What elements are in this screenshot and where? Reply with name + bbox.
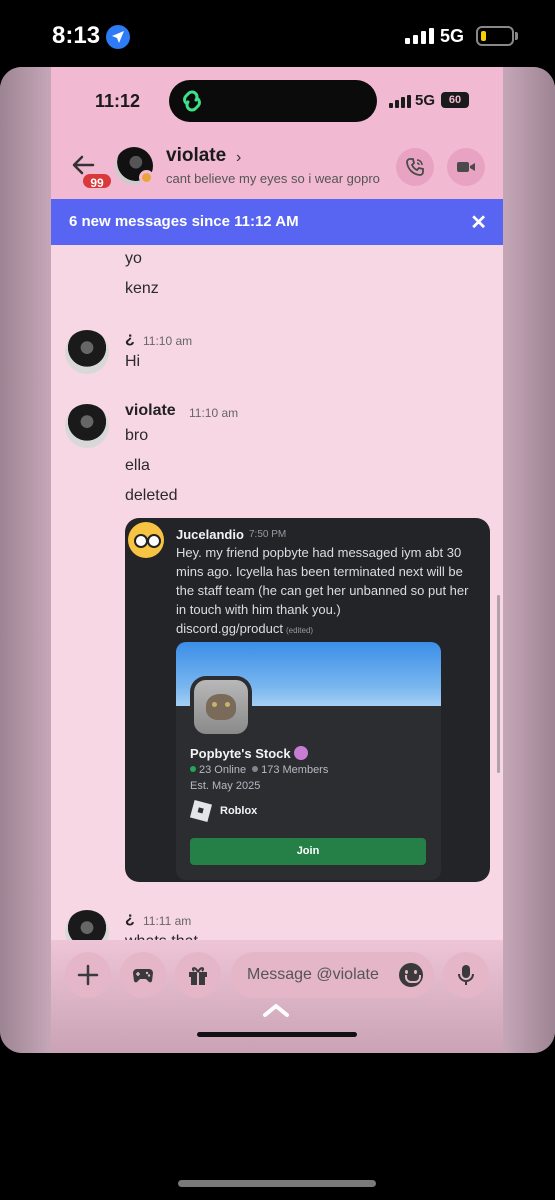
status-indicator	[139, 170, 154, 185]
server-name: Popbyte's Stock	[190, 746, 308, 761]
message-line: Hi	[125, 353, 141, 370]
cat-image	[206, 694, 236, 720]
chat-header: 11:12 5G 60 99 violate › cant believe my…	[51, 67, 503, 199]
phone-icon	[406, 158, 424, 176]
embed-message: Hey. my friend popbyte had messaged iym …	[176, 543, 476, 640]
link-icon	[178, 87, 206, 115]
message-input[interactable]: Message @violate	[231, 952, 434, 998]
chevron-right-icon[interactable]: ›	[236, 149, 241, 167]
signal-icon	[405, 28, 434, 44]
server-stats: 23 Online 173 Members	[190, 764, 328, 776]
gift-icon	[189, 967, 207, 985]
join-button[interactable]: Join	[190, 838, 426, 865]
avatar[interactable]	[65, 404, 109, 448]
server-invite-card[interactable]: Popbyte's Stock 23 Online 173 Members Est…	[176, 642, 441, 880]
scrollbar[interactable]	[497, 595, 500, 773]
message-timestamp: 11:10 am	[143, 334, 193, 348]
close-icon[interactable]: ✕	[470, 210, 487, 235]
emoji-icon[interactable]	[399, 963, 423, 987]
embed-author: Jucelandio	[176, 527, 244, 542]
dynamic-island	[169, 80, 377, 122]
battery-icon	[476, 26, 514, 46]
device-status-bar: 8:13 5G	[0, 0, 555, 70]
device-clock: 8:13	[52, 22, 101, 49]
message-author[interactable]: ¿	[125, 910, 135, 928]
inner-clock: 11:12	[95, 91, 141, 111]
message-input-placeholder: Message @violate	[247, 966, 379, 983]
screenshot-frame: 11:12 5G 60 99 violate › cant believe my…	[0, 67, 555, 1053]
home-indicator[interactable]	[197, 1032, 357, 1037]
new-messages-text: 6 new messages since 11:12 AM	[69, 213, 299, 230]
chevron-up-icon[interactable]	[261, 1002, 291, 1018]
new-messages-banner[interactable]: 6 new messages since 11:12 AM ✕	[51, 199, 503, 245]
message-timestamp: 11:10 am	[189, 406, 239, 420]
message-author[interactable]: ¿	[125, 330, 135, 348]
add-attachment-button[interactable]	[65, 952, 111, 998]
image-attachment[interactable]: Jucelandio 7:50 PM Hey. my friend popbyt…	[125, 518, 490, 882]
server-badge-icon	[293, 746, 308, 760]
battery-nub	[515, 32, 518, 40]
server-icon	[190, 676, 252, 738]
message-author[interactable]: violate	[125, 402, 176, 420]
online-dot-icon	[190, 766, 196, 772]
unread-badge: 99	[81, 172, 113, 190]
inner-signal-icon	[389, 95, 411, 108]
members-dot-icon	[252, 766, 259, 772]
message-line: deleted	[125, 487, 178, 504]
inner-battery-icon: 60	[441, 92, 469, 108]
message-line: bro	[125, 427, 149, 444]
message-timestamp: 11:11 am	[143, 914, 192, 928]
microphone-icon	[458, 965, 474, 985]
page-title[interactable]: violate	[166, 145, 226, 167]
server-established: Est. May 2025	[190, 780, 261, 792]
roblox-icon	[189, 799, 213, 823]
avatar[interactable]	[65, 330, 109, 374]
embed-message-text: Hey. my friend popbyte had messaged iym …	[176, 545, 469, 617]
device-home-indicator[interactable]	[178, 1180, 376, 1187]
voice-call-button[interactable]	[396, 148, 434, 186]
message-line: yo	[125, 250, 142, 267]
online-count: 23 Online	[199, 764, 247, 776]
voice-message-button[interactable]	[443, 952, 489, 998]
gamepad-icon	[133, 969, 153, 983]
embed-timestamp: 7:50 PM	[249, 529, 287, 540]
discord-dm-screen: 11:12 5G 60 99 violate › cant believe my…	[51, 67, 503, 1053]
video-call-button[interactable]	[447, 148, 485, 186]
server-name-text: Popbyte's Stock	[190, 746, 291, 761]
video-icon	[457, 162, 475, 172]
invite-link[interactable]: discord.gg/product	[176, 621, 283, 636]
message-composer: Message @violate	[51, 940, 503, 1053]
location-arrow-icon	[106, 25, 130, 49]
inner-network-label: 5G	[415, 92, 436, 109]
member-count: 173 Members	[261, 764, 329, 776]
plus-icon	[77, 964, 99, 986]
gift-button[interactable]	[175, 952, 221, 998]
message-line: ella	[125, 457, 150, 474]
server-game: Roblox	[220, 805, 258, 817]
network-label: 5G	[440, 26, 465, 46]
custom-status: cant believe my eyes so i wear gopro	[166, 171, 380, 186]
edited-label: (edited)	[285, 626, 314, 635]
nerd-face-avatar	[128, 522, 164, 558]
activities-button[interactable]	[120, 952, 166, 998]
message-line: kenz	[125, 280, 159, 297]
